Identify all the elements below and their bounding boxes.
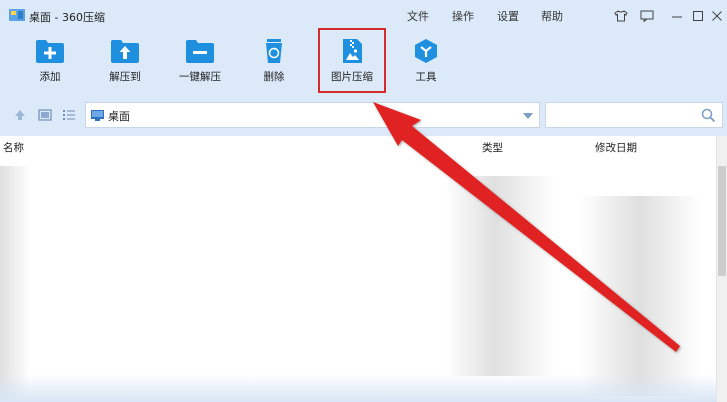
feedback-icon[interactable] <box>637 6 657 26</box>
tools-icon <box>415 39 437 63</box>
menu-operation[interactable]: 操作 <box>452 8 474 24</box>
blurred-content <box>580 196 700 396</box>
path-combobox[interactable]: 桌面 <box>85 102 540 128</box>
extract-to-label: 解压到 <box>109 71 141 83</box>
add-button[interactable]: 添加 <box>18 36 82 92</box>
column-type[interactable]: 类型 <box>482 140 503 155</box>
scrollbar-thumb[interactable] <box>718 166 726 276</box>
menu-file[interactable]: 文件 <box>407 8 429 24</box>
minimize-icon[interactable] <box>667 6 687 26</box>
column-name[interactable]: 名称 <box>3 140 24 155</box>
blurred-content <box>0 166 30 402</box>
bottom-fade <box>0 374 727 402</box>
one-click-extract-icon <box>186 40 214 63</box>
search-icon[interactable] <box>701 108 716 123</box>
desktop-icon <box>91 110 104 121</box>
column-modified-date[interactable]: 修改日期 <box>595 140 637 155</box>
thumbnail-view-icon[interactable] <box>37 107 53 123</box>
tools-label: 工具 <box>415 71 437 83</box>
tools-button[interactable]: 工具 <box>394 36 458 92</box>
close-icon[interactable] <box>707 6 727 26</box>
delete-button[interactable]: 删除 <box>242 36 306 92</box>
app-logo-icon <box>9 9 25 21</box>
list-view-icon[interactable] <box>61 107 77 123</box>
extract-to-button[interactable]: 解压到 <box>93 36 157 92</box>
maximize-icon[interactable] <box>688 6 708 26</box>
add-file-icon <box>36 40 64 63</box>
column-header: 名称 类型 修改日期 <box>0 136 717 156</box>
delete-label: 删除 <box>263 71 285 83</box>
blurred-content <box>445 176 555 376</box>
vertical-scrollbar[interactable] <box>716 136 727 402</box>
highlight-box <box>318 28 386 93</box>
address-bar: 桌面 <box>0 100 727 130</box>
up-arrow-icon[interactable] <box>12 107 28 123</box>
skin-shirt-icon[interactable] <box>611 6 631 26</box>
window-title: 桌面 - 360压缩 <box>29 11 105 24</box>
path-text: 桌面 <box>108 110 130 123</box>
one-click-extract-label: 一键解压 <box>179 71 221 83</box>
one-click-extract-button[interactable]: 一键解压 <box>168 36 232 92</box>
menu-settings[interactable]: 设置 <box>497 8 519 24</box>
extract-to-icon <box>111 40 139 63</box>
file-list[interactable]: 名称 类型 修改日期 <box>0 136 727 402</box>
add-label: 添加 <box>39 71 61 83</box>
menu-help[interactable]: 帮助 <box>541 8 563 24</box>
search-input[interactable] <box>545 102 723 128</box>
chevron-down-icon[interactable] <box>523 113 533 119</box>
recycle-bin-icon <box>266 39 282 63</box>
